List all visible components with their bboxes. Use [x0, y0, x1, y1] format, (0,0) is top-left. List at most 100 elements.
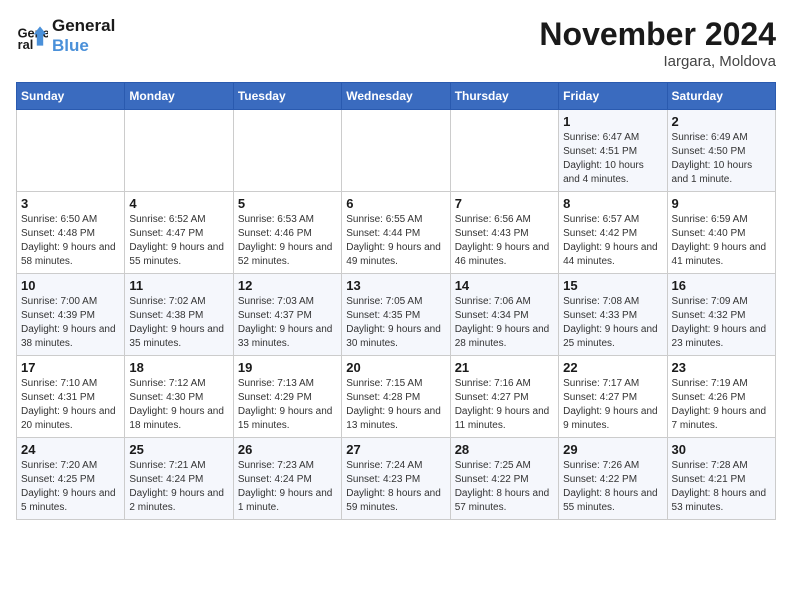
calendar-cell: 15 Sunrise: 7:08 AM Sunset: 4:33 PM Dayli… — [559, 274, 667, 356]
calendar-cell: 28 Sunrise: 7:25 AM Sunset: 4:22 PM Dayli… — [450, 438, 558, 520]
calendar-cell: 12Sunrise: 7:03 AM Sunset: 4:37 PM Dayli… — [233, 274, 341, 356]
weekday-header: Wednesday — [342, 83, 450, 110]
day-number: 26 — [238, 442, 337, 457]
day-info: Sunrise: 7:23 AM Sunset: 4:24 PM Dayligh… — [238, 459, 337, 515]
calendar-cell: 29Sunrise: 7:26 AM Sunset: 4:22 PM Dayli… — [559, 438, 667, 520]
day-number: 2 — [672, 114, 771, 129]
day-number: 4 — [129, 196, 228, 211]
day-info: Sunrise: 7:00 AM Sunset: 4:39 PM Dayligh… — [21, 295, 120, 351]
day-number: 12 — [238, 278, 337, 293]
calendar-cell — [233, 110, 341, 192]
day-info: Sunrise: 6:57 AM Sunset: 4:42 PM Dayligh… — [563, 213, 662, 269]
calendar-cell: 13 Sunrise: 7:05 AM Sunset: 4:35 PM Dayli… — [342, 274, 450, 356]
day-number: 28 — [455, 442, 554, 457]
calendar-cell: 23Sunrise: 7:19 AM Sunset: 4:26 PM Dayli… — [667, 356, 775, 438]
header: Gene ral General Blue November 2024 Iarg… — [16, 16, 776, 70]
day-number: 13 — [346, 278, 445, 293]
weekday-header: Saturday — [667, 83, 775, 110]
day-info: Sunrise: 7:21 AM Sunset: 4:24 PM Dayligh… — [129, 459, 228, 515]
calendar-week-row: 10 Sunrise: 7:00 AM Sunset: 4:39 PM Dayli… — [17, 274, 776, 356]
day-number: 22 — [563, 360, 662, 375]
day-number: 29 — [563, 442, 662, 457]
day-info: Sunrise: 7:28 AM Sunset: 4:21 PM Dayligh… — [672, 459, 771, 515]
calendar-cell: 9Sunrise: 6:59 AM Sunset: 4:40 PM Daylig… — [667, 192, 775, 274]
calendar-cell: 25Sunrise: 7:21 AM Sunset: 4:24 PM Dayli… — [125, 438, 233, 520]
weekday-header: Sunday — [17, 83, 125, 110]
day-info: Sunrise: 6:55 AM Sunset: 4:44 PM Dayligh… — [346, 213, 445, 269]
calendar-cell: 5 Sunrise: 6:53 AM Sunset: 4:46 PM Daylig… — [233, 192, 341, 274]
day-number: 10 — [21, 278, 120, 293]
calendar-cell: 8 Sunrise: 6:57 AM Sunset: 4:42 PM Daylig… — [559, 192, 667, 274]
day-info: Sunrise: 7:16 AM Sunset: 4:27 PM Dayligh… — [455, 377, 554, 433]
day-info: Sunrise: 7:09 AM Sunset: 4:32 PM Dayligh… — [672, 295, 771, 351]
calendar-cell: 4 Sunrise: 6:52 AM Sunset: 4:47 PM Daylig… — [125, 192, 233, 274]
day-info: Sunrise: 7:20 AM Sunset: 4:25 PM Dayligh… — [21, 459, 120, 515]
day-number: 17 — [21, 360, 120, 375]
day-info: Sunrise: 6:53 AM Sunset: 4:46 PM Dayligh… — [238, 213, 337, 269]
day-info: Sunrise: 6:52 AM Sunset: 4:47 PM Dayligh… — [129, 213, 228, 269]
day-number: 23 — [672, 360, 771, 375]
weekday-header: Friday — [559, 83, 667, 110]
calendar-cell: 26 Sunrise: 7:23 AM Sunset: 4:24 PM Dayli… — [233, 438, 341, 520]
weekday-header: Thursday — [450, 83, 558, 110]
calendar-cell: 17 Sunrise: 7:10 AM Sunset: 4:31 PM Dayli… — [17, 356, 125, 438]
day-number: 16 — [672, 278, 771, 293]
day-info: Sunrise: 7:12 AM Sunset: 4:30 PM Dayligh… — [129, 377, 228, 433]
weekday-header: Tuesday — [233, 83, 341, 110]
calendar-cell: 24Sunrise: 7:20 AM Sunset: 4:25 PM Dayli… — [17, 438, 125, 520]
calendar-cell: 1 Sunrise: 6:47 AM Sunset: 4:51 PM Daylig… — [559, 110, 667, 192]
calendar-cell — [450, 110, 558, 192]
day-number: 6 — [346, 196, 445, 211]
day-info: Sunrise: 7:06 AM Sunset: 4:34 PM Dayligh… — [455, 295, 554, 351]
day-info: Sunrise: 6:56 AM Sunset: 4:43 PM Dayligh… — [455, 213, 554, 269]
calendar-cell: 20Sunrise: 7:15 AM Sunset: 4:28 PM Dayli… — [342, 356, 450, 438]
day-number: 5 — [238, 196, 337, 211]
day-number: 1 — [563, 114, 662, 129]
logo: Gene ral General Blue — [16, 16, 115, 57]
weekday-header: Monday — [125, 83, 233, 110]
day-info: Sunrise: 6:59 AM Sunset: 4:40 PM Dayligh… — [672, 213, 771, 269]
day-info: Sunrise: 7:02 AM Sunset: 4:38 PM Dayligh… — [129, 295, 228, 351]
day-info: Sunrise: 7:25 AM Sunset: 4:22 PM Dayligh… — [455, 459, 554, 515]
calendar-cell — [342, 110, 450, 192]
title-area: November 2024 Iargara, Moldova — [539, 16, 776, 70]
day-info: Sunrise: 7:24 AM Sunset: 4:23 PM Dayligh… — [346, 459, 445, 515]
calendar-cell: 21 Sunrise: 7:16 AM Sunset: 4:27 PM Dayli… — [450, 356, 558, 438]
calendar-cell: 2 Sunrise: 6:49 AM Sunset: 4:50 PM Daylig… — [667, 110, 775, 192]
day-number: 3 — [21, 196, 120, 211]
calendar-cell — [125, 110, 233, 192]
day-info: Sunrise: 7:05 AM Sunset: 4:35 PM Dayligh… — [346, 295, 445, 351]
calendar-cell: 7 Sunrise: 6:56 AM Sunset: 4:43 PM Daylig… — [450, 192, 558, 274]
logo-icon: Gene ral — [16, 20, 48, 52]
day-number: 11 — [129, 278, 228, 293]
day-info: Sunrise: 7:10 AM Sunset: 4:31 PM Dayligh… — [21, 377, 120, 433]
day-number: 19 — [238, 360, 337, 375]
day-number: 30 — [672, 442, 771, 457]
calendar-header-row: SundayMondayTuesdayWednesdayThursdayFrid… — [17, 83, 776, 110]
day-info: Sunrise: 6:47 AM Sunset: 4:51 PM Dayligh… — [563, 131, 662, 187]
calendar-cell: 16 Sunrise: 7:09 AM Sunset: 4:32 PM Dayli… — [667, 274, 775, 356]
calendar-week-row: 3 Sunrise: 6:50 AM Sunset: 4:48 PM Daylig… — [17, 192, 776, 274]
day-number: 20 — [346, 360, 445, 375]
day-number: 7 — [455, 196, 554, 211]
calendar-cell: 14Sunrise: 7:06 AM Sunset: 4:34 PM Dayli… — [450, 274, 558, 356]
logo-line2: Blue — [52, 36, 115, 56]
day-info: Sunrise: 6:50 AM Sunset: 4:48 PM Dayligh… — [21, 213, 120, 269]
calendar-cell: 19 Sunrise: 7:13 AM Sunset: 4:29 PM Dayli… — [233, 356, 341, 438]
calendar-cell: 27Sunrise: 7:24 AM Sunset: 4:23 PM Dayli… — [342, 438, 450, 520]
day-number: 8 — [563, 196, 662, 211]
day-info: Sunrise: 6:49 AM Sunset: 4:50 PM Dayligh… — [672, 131, 771, 187]
calendar-week-row: 17 Sunrise: 7:10 AM Sunset: 4:31 PM Dayli… — [17, 356, 776, 438]
calendar-cell: 10 Sunrise: 7:00 AM Sunset: 4:39 PM Dayli… — [17, 274, 125, 356]
day-number: 15 — [563, 278, 662, 293]
day-number: 21 — [455, 360, 554, 375]
day-info: Sunrise: 7:13 AM Sunset: 4:29 PM Dayligh… — [238, 377, 337, 433]
day-info: Sunrise: 7:08 AM Sunset: 4:33 PM Dayligh… — [563, 295, 662, 351]
calendar-cell: 3 Sunrise: 6:50 AM Sunset: 4:48 PM Daylig… — [17, 192, 125, 274]
calendar-body: 1 Sunrise: 6:47 AM Sunset: 4:51 PM Daylig… — [17, 110, 776, 520]
day-number: 18 — [129, 360, 228, 375]
logo-line1: General — [52, 16, 115, 36]
calendar-table: SundayMondayTuesdayWednesdayThursdayFrid… — [16, 82, 776, 520]
calendar-cell: 18 Sunrise: 7:12 AM Sunset: 4:30 PM Dayli… — [125, 356, 233, 438]
calendar-week-row: 1 Sunrise: 6:47 AM Sunset: 4:51 PM Daylig… — [17, 110, 776, 192]
